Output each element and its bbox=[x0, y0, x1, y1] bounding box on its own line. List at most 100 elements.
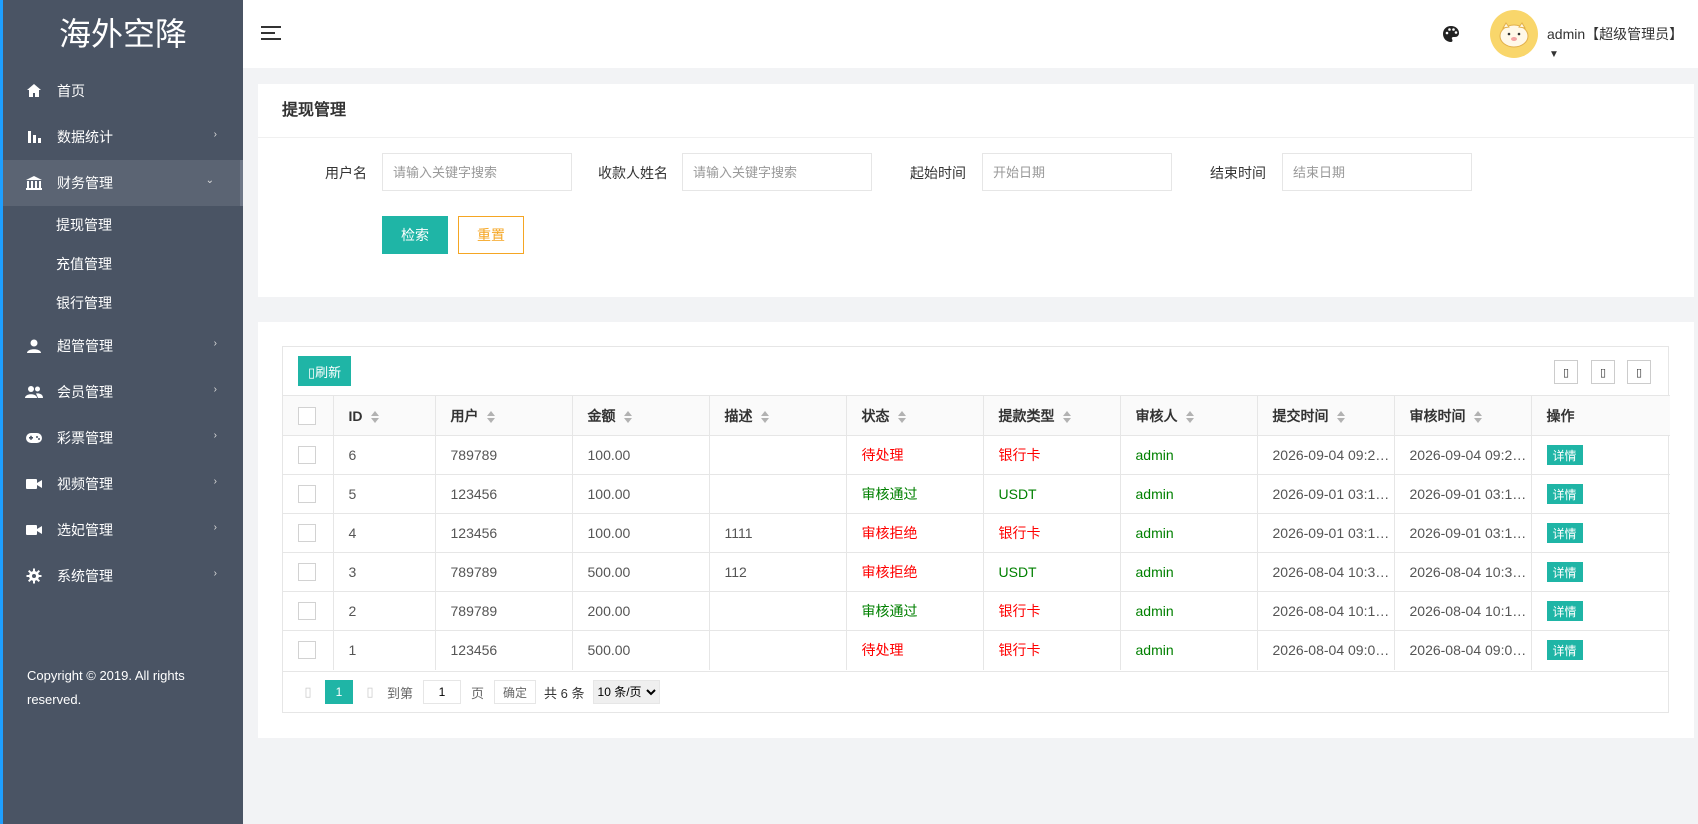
app-logo: 海外空降 bbox=[58, 15, 187, 53]
row-checkbox[interactable] bbox=[298, 524, 316, 543]
sidebar-item-concubine[interactable]: 选妃管理 › bbox=[3, 507, 243, 553]
column-header-reviewer[interactable]: 审核人 bbox=[1120, 395, 1258, 436]
column-header-type[interactable]: 提款类型 bbox=[983, 395, 1121, 436]
row-checkbox[interactable] bbox=[298, 485, 316, 504]
cell-status: 待处理 bbox=[846, 630, 984, 670]
chevron-right-icon: › bbox=[213, 568, 217, 579]
end-date-input[interactable] bbox=[1282, 153, 1472, 191]
prev-page-icon[interactable]: ▯ bbox=[297, 684, 319, 700]
sidebar-item-system[interactable]: 系统管理 › bbox=[3, 553, 243, 599]
start-time-label: 起始时间 bbox=[910, 165, 966, 181]
row-select-cell[interactable] bbox=[283, 474, 334, 514]
print-icon[interactable]: ▯ bbox=[1627, 360, 1651, 384]
sort-icon[interactable] bbox=[1062, 410, 1071, 423]
sidebar-item-lottery[interactable]: 彩票管理 › bbox=[3, 415, 243, 461]
username-label: 用户名 bbox=[325, 165, 367, 181]
detail-button[interactable]: 详情 bbox=[1546, 601, 1583, 621]
sort-icon[interactable] bbox=[1336, 410, 1345, 423]
cell-reviewer: admin bbox=[1120, 513, 1258, 553]
column-header-label: ID bbox=[348, 407, 363, 424]
column-header-audit-time[interactable]: 审核时间 bbox=[1394, 395, 1532, 436]
username-input[interactable] bbox=[382, 153, 572, 191]
video-icon bbox=[25, 521, 43, 539]
sidebar-item-video[interactable]: 视频管理 › bbox=[3, 461, 243, 507]
select-all-checkbox[interactable] bbox=[298, 406, 316, 425]
table-row: 6 789789 100.00 待处理 银行卡 admin 2026-09-04 09:21… bbox=[283, 435, 1670, 475]
sidebar-item-label: 首页 bbox=[57, 83, 85, 99]
sidebar-item-admin[interactable]: 超管管理 › bbox=[3, 323, 243, 369]
sort-icon[interactable] bbox=[486, 410, 495, 423]
row-select-cell[interactable] bbox=[283, 435, 334, 475]
cell-type: USDT bbox=[983, 474, 1121, 514]
row-select-cell[interactable] bbox=[283, 630, 334, 670]
table-row: 1 123456 500.00 待处理 银行卡 admin 2026-08-04 09:05… bbox=[283, 630, 1670, 670]
table-row: 4 123456 100.00 1111 审核拒绝 银行卡 admin 2026-09-01 … bbox=[283, 513, 1670, 553]
table-toolbar: ▯刷新 ▯ ▯ ▯ bbox=[283, 347, 1668, 395]
row-select-cell[interactable] bbox=[283, 552, 334, 592]
row-select-cell[interactable] bbox=[283, 513, 334, 553]
table-row: 5 123456 100.00 审核通过 USDT admin 2026-09-01 03:… bbox=[283, 474, 1670, 514]
payee-input[interactable] bbox=[682, 153, 872, 191]
detail-button[interactable]: 详情 bbox=[1546, 640, 1583, 661]
menu-toggle-icon[interactable] bbox=[261, 24, 283, 42]
gamepad-icon bbox=[25, 429, 43, 447]
page-current[interactable]: 1 bbox=[325, 680, 353, 704]
column-header-submit-time[interactable]: 提交时间 bbox=[1257, 395, 1395, 436]
sidebar-item-label: 财务管理 bbox=[57, 175, 113, 191]
sidebar-item-members[interactable]: 会员管理 › bbox=[3, 369, 243, 415]
sidebar-item-home[interactable]: 首页 bbox=[3, 68, 243, 114]
column-header-desc[interactable]: 描述 bbox=[709, 395, 847, 436]
goto-page-input[interactable] bbox=[423, 680, 462, 704]
column-header-id[interactable]: ID bbox=[333, 395, 436, 436]
copyright-text: Copyright © 2019. All rights reserved. bbox=[27, 668, 185, 707]
cell-submit-time: 2026-08-04 09:05:11 bbox=[1257, 630, 1395, 670]
column-header-user[interactable]: 用户 bbox=[435, 395, 573, 436]
export-icon[interactable]: ▯ bbox=[1591, 360, 1615, 384]
row-checkbox[interactable] bbox=[298, 602, 316, 621]
chevron-down-icon: ⌄ bbox=[205, 175, 214, 186]
next-page-icon[interactable]: ▯ bbox=[359, 684, 381, 700]
select-all-cell[interactable] bbox=[283, 395, 334, 436]
refresh-button[interactable]: ▯刷新 bbox=[298, 356, 352, 386]
sort-icon[interactable] bbox=[1185, 410, 1194, 423]
sidebar-item-label: 数据统计 bbox=[57, 129, 113, 145]
detail-button[interactable]: 详情 bbox=[1546, 562, 1583, 582]
reset-button[interactable]: 重置 bbox=[458, 216, 524, 254]
cell-audit-time: 2026-08-04 10:33:18 bbox=[1394, 552, 1532, 592]
sidebar-item-stats[interactable]: 数据统计 › bbox=[3, 114, 243, 160]
sidebar-subitem-recharge[interactable]: 充值管理 bbox=[3, 245, 243, 284]
sort-icon[interactable] bbox=[1473, 410, 1482, 423]
row-select-cell[interactable] bbox=[283, 591, 334, 631]
sidebar-subitem-withdraw[interactable]: 提现管理 bbox=[3, 206, 243, 245]
start-date-input[interactable] bbox=[982, 153, 1172, 191]
search-panel: 提现管理 用户名 收款人姓名 起始时间 结束时间 检索 重置 bbox=[258, 84, 1694, 297]
home-icon bbox=[25, 82, 43, 100]
table-row: 2 789789 200.00 审核通过 银行卡 admin 2026-08-04 10:1… bbox=[283, 591, 1670, 631]
sort-icon[interactable] bbox=[623, 410, 632, 423]
palette-icon[interactable] bbox=[1441, 24, 1461, 44]
columns-filter-icon[interactable]: ▯ bbox=[1554, 360, 1578, 384]
sidebar-subitem-bank[interactable]: 银行管理 bbox=[3, 284, 243, 323]
sort-icon[interactable] bbox=[897, 410, 906, 423]
detail-button[interactable]: 详情 bbox=[1546, 484, 1583, 504]
user-menu[interactable]: admin【超级管理员】 ▼ bbox=[1547, 24, 1698, 60]
cell-amount: 500.00 bbox=[572, 552, 710, 592]
column-header-amount[interactable]: 金额 bbox=[572, 395, 710, 436]
column-header-label: 提款类型 bbox=[998, 407, 1055, 424]
cell-id: 6 bbox=[333, 435, 436, 475]
column-header-status[interactable]: 状态 bbox=[846, 395, 984, 436]
cell-amount: 100.00 bbox=[572, 513, 710, 553]
page-size-select[interactable]: 10 条/页 bbox=[592, 680, 660, 704]
row-checkbox[interactable] bbox=[298, 446, 316, 465]
avatar[interactable] bbox=[1490, 10, 1538, 58]
cell-id: 3 bbox=[333, 552, 436, 592]
detail-button[interactable]: 详情 bbox=[1546, 523, 1583, 543]
row-checkbox[interactable] bbox=[298, 641, 316, 660]
row-checkbox[interactable] bbox=[298, 563, 316, 582]
search-button[interactable]: 检索 bbox=[382, 216, 448, 254]
goto-confirm-button[interactable]: 确定 bbox=[494, 680, 537, 704]
sidebar-item-finance[interactable]: 财务管理 ⌄ bbox=[3, 160, 243, 206]
sort-icon[interactable] bbox=[370, 410, 379, 423]
detail-button[interactable]: 详情 bbox=[1546, 445, 1583, 465]
sort-icon[interactable] bbox=[760, 410, 769, 423]
